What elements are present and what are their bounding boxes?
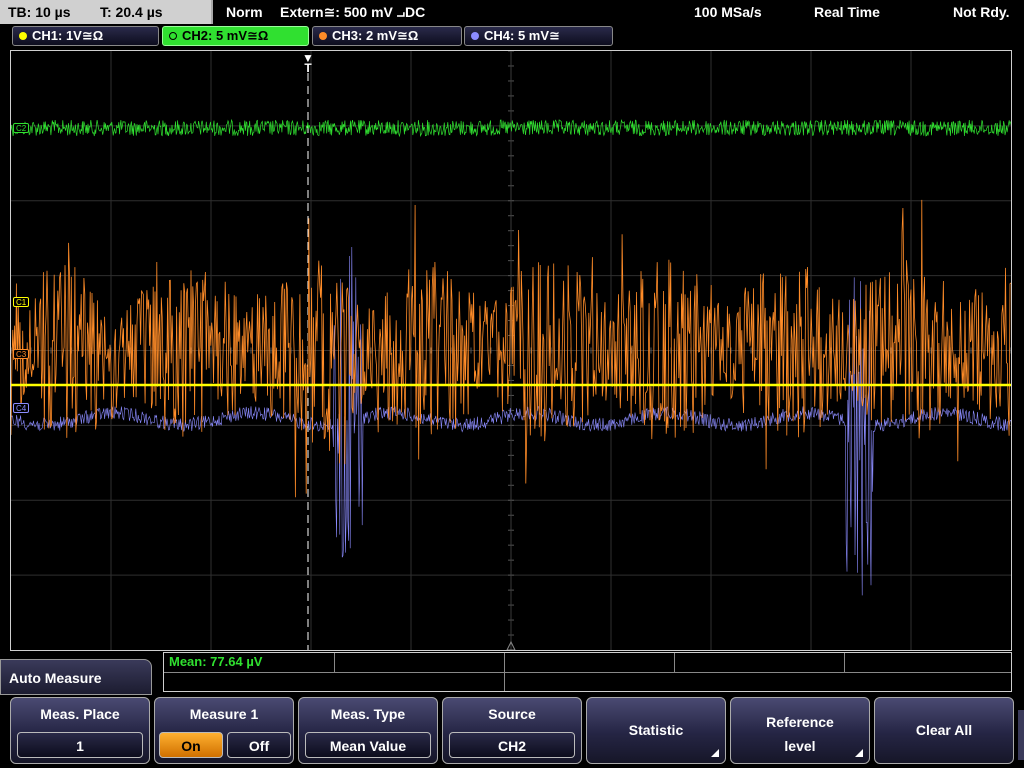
reference-level-softkey[interactable]: Reference level <box>730 697 870 764</box>
trigger-source[interactable]: Extern≅: 500 mV ⨼DC <box>280 0 425 24</box>
ch2-color-dot <box>169 32 177 40</box>
measurement-row: Mean: 77.64 µV <box>164 653 1011 673</box>
channel-tab-ch3[interactable]: CH3: 2 mV≅Ω <box>312 26 462 46</box>
trigger-marker-label: T <box>304 61 312 75</box>
trigger-position-marker[interactable]: ▼ T <box>302 52 314 75</box>
softkey-bar: Meas. Place 1 Measure 1 On Off Meas. Typ… <box>0 695 1024 768</box>
ch3-ground-marker[interactable]: C3 <box>13 349 30 359</box>
ch4-label: CH4: 5 mV≅ <box>484 28 560 43</box>
clear-all-softkey[interactable]: Clear All <box>874 697 1014 764</box>
source-label: Source <box>488 706 536 722</box>
source-value[interactable]: CH2 <box>449 732 575 758</box>
menu-title: Auto Measure <box>0 659 152 695</box>
ch4-ground-marker[interactable]: C4 <box>13 403 30 413</box>
meas-place-softkey[interactable]: Meas. Place 1 <box>10 697 150 764</box>
ch1-label: CH1: 1V≅Ω <box>32 28 104 43</box>
source-softkey[interactable]: Source CH2 <box>442 697 582 764</box>
submenu-corner-icon <box>711 749 719 757</box>
timebase-panel[interactable]: TB: 10 µs T: 20.4 µs <box>0 0 213 24</box>
channel-tab-ch4[interactable]: CH4: 5 mV≅ <box>464 26 613 46</box>
measurement-readout: Mean: 77.64 µV <box>169 654 263 669</box>
waveform-traces <box>11 118 1011 596</box>
measurement-results: Mean: 77.64 µV <box>163 652 1012 692</box>
meas-type-value[interactable]: Mean Value <box>305 732 431 758</box>
ch1-ground-marker[interactable]: C1 <box>13 297 30 307</box>
ch2-ground-marker[interactable]: C2 <box>13 123 30 133</box>
sample-rate: 100 MSa/s <box>694 4 762 20</box>
trigger-mode[interactable]: Norm <box>226 0 263 24</box>
measure-1-on-toggle[interactable]: On <box>159 732 223 758</box>
ch3-label: CH3: 2 mV≅Ω <box>332 28 419 43</box>
ch1-color-dot <box>19 32 27 40</box>
meas-place-value[interactable]: 1 <box>17 732 143 758</box>
ch3-color-dot <box>319 32 327 40</box>
status-bar: TB: 10 µs T: 20.4 µs Norm Extern≅: 500 m… <box>0 0 1024 24</box>
meas-type-label: Meas. Type <box>330 706 406 722</box>
measure-1-softkey[interactable]: Measure 1 On Off <box>154 697 294 764</box>
waveform-display[interactable]: C2 C1 C3 C4 ▼ T <box>10 50 1012 651</box>
measure-1-label: Measure 1 <box>189 706 259 722</box>
acquisition-state: Not Rdy. <box>953 4 1010 20</box>
menu-scroll-indicator[interactable] <box>1018 710 1024 760</box>
channel-tab-ch2[interactable]: CH2: 5 mV≅Ω <box>162 26 309 46</box>
channel-tabs: CH1: 1V≅Ω CH2: 5 mV≅Ω CH3: 2 mV≅Ω CH4: 5… <box>0 26 1024 48</box>
statistic-softkey[interactable]: Statistic <box>586 697 726 764</box>
meas-type-softkey[interactable]: Meas. Type Mean Value <box>298 697 438 764</box>
meas-place-label: Meas. Place <box>40 706 120 722</box>
timebase-readout: TB: 10 µs <box>8 4 71 20</box>
ch2-label: CH2: 5 mV≅Ω <box>182 28 269 43</box>
clear-all-label: Clear All <box>915 722 973 738</box>
reference-level-label-line2: level <box>784 738 816 754</box>
trigger-time-readout: T: 20.4 µs <box>100 4 163 20</box>
submenu-corner-icon <box>855 749 863 757</box>
reference-level-label-line1: Reference <box>766 714 834 730</box>
channel-tab-ch1[interactable]: CH1: 1V≅Ω <box>12 26 159 46</box>
acquisition-mode: Real Time <box>814 4 880 20</box>
ch4-color-dot <box>471 32 479 40</box>
measure-1-off-toggle[interactable]: Off <box>227 732 291 758</box>
statistic-label: Statistic <box>628 722 684 738</box>
